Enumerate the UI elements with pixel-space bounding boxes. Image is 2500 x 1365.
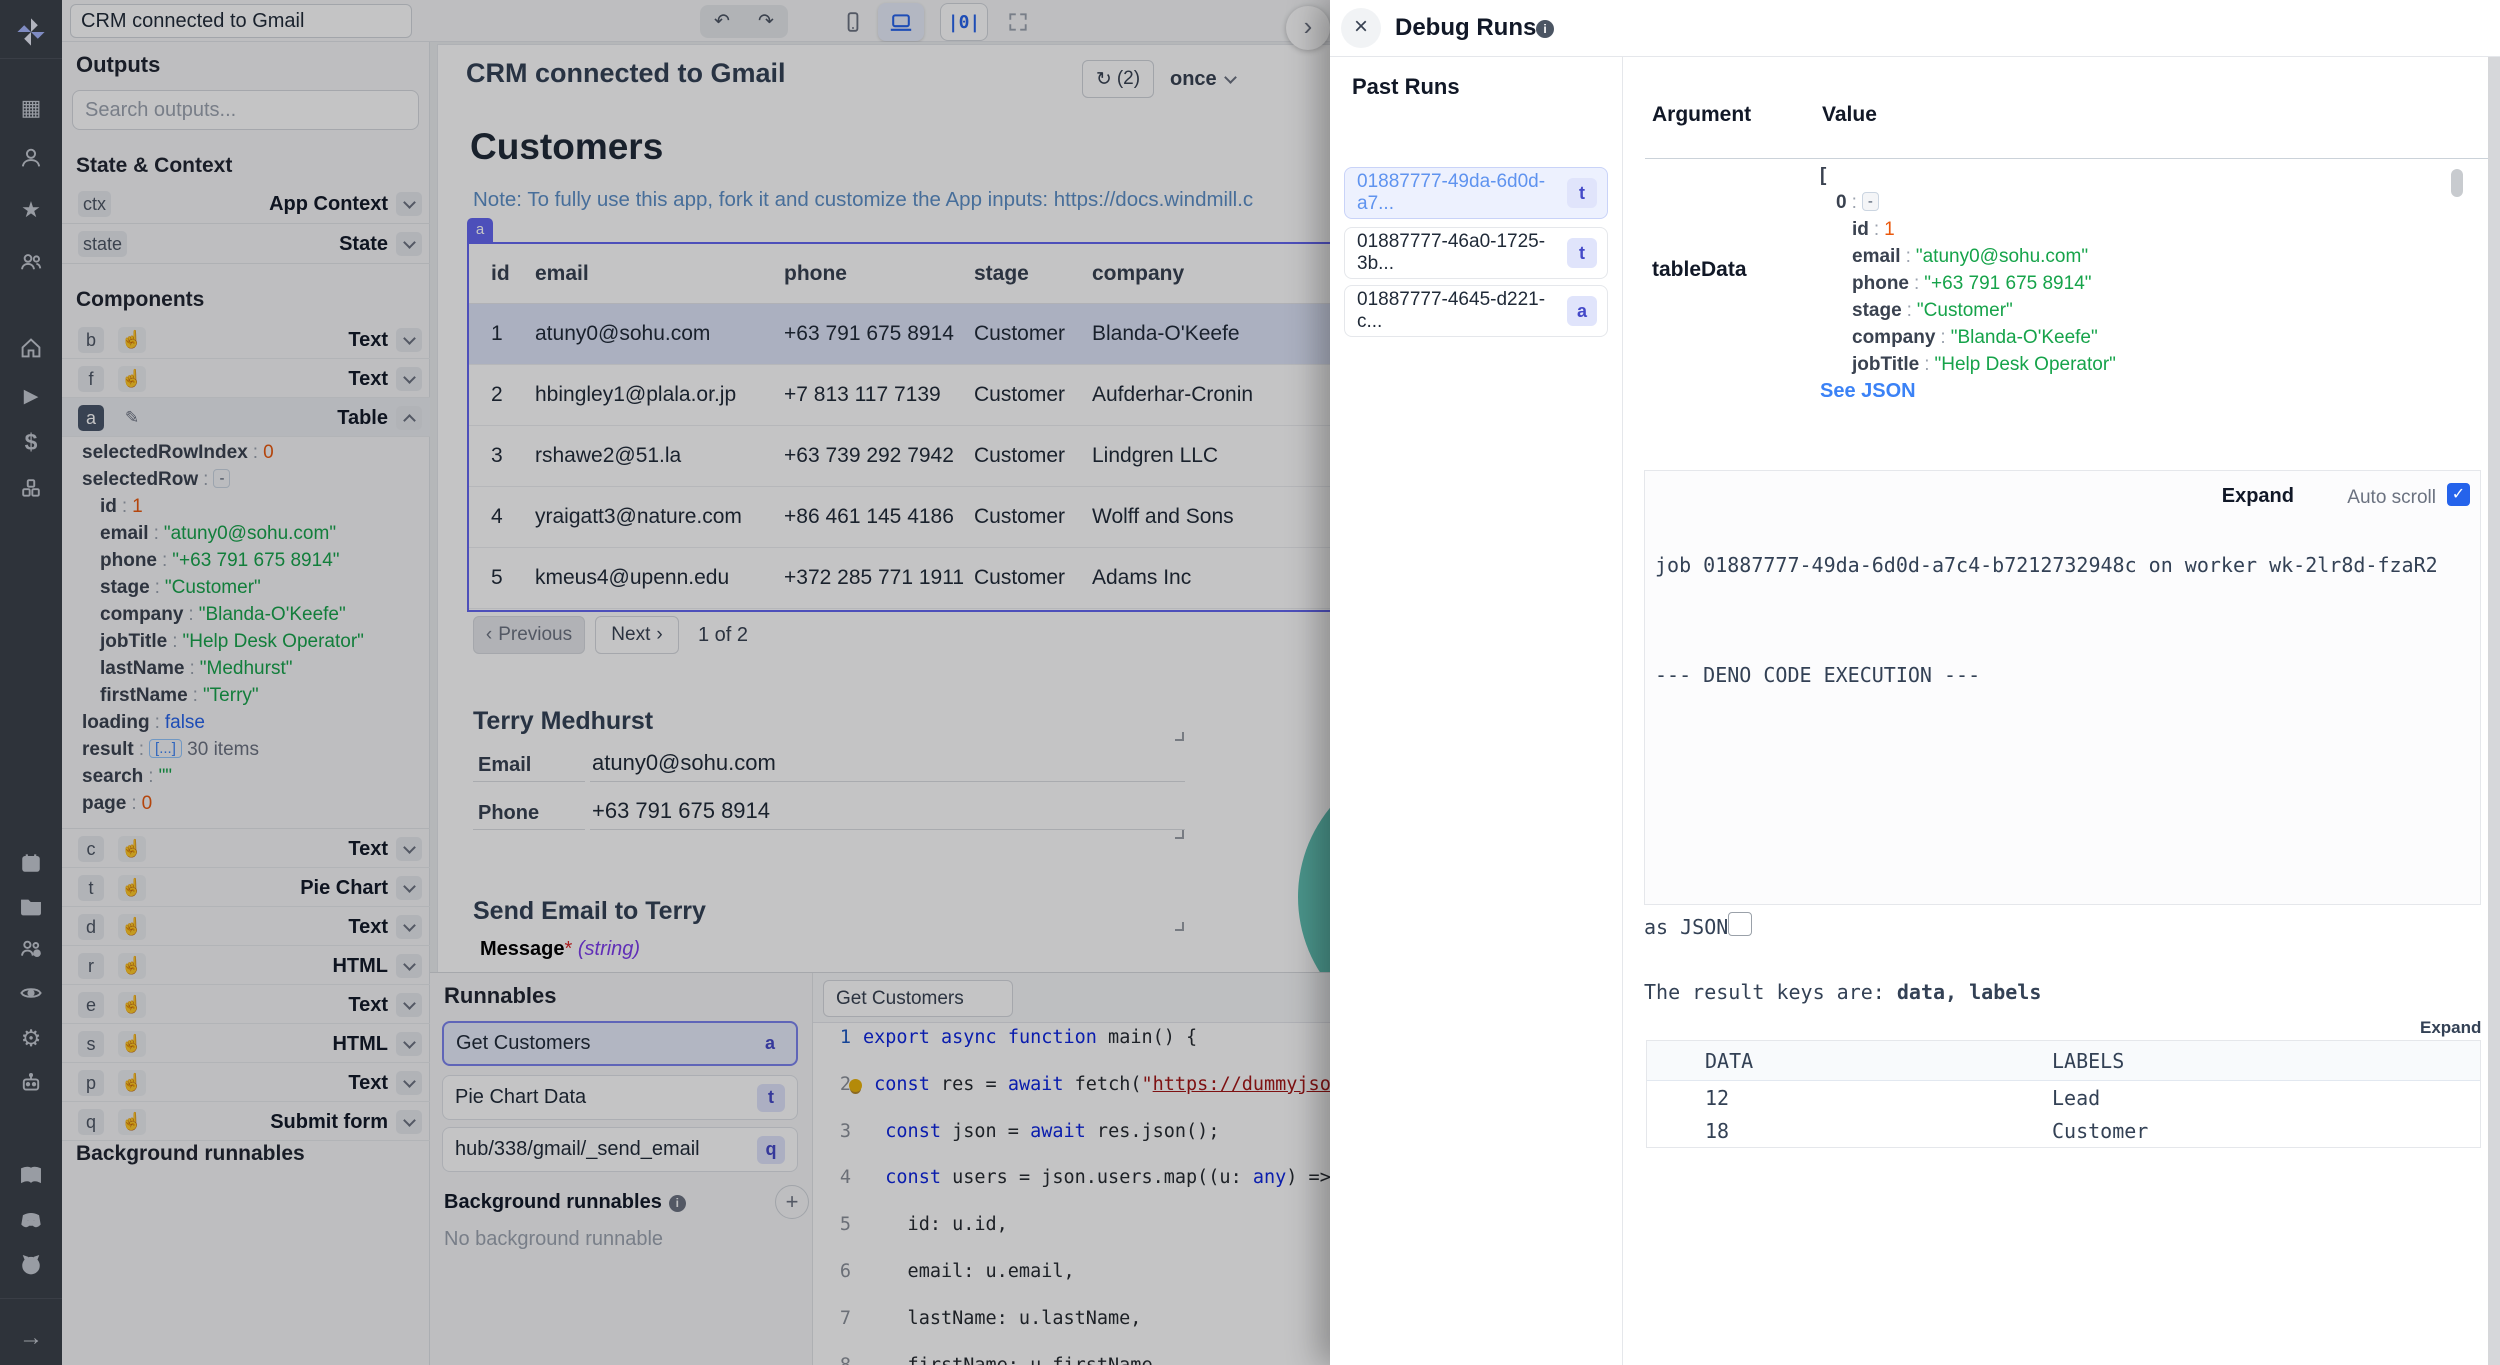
as-json-label: as JSON bbox=[1644, 915, 1728, 939]
modal-backdrop[interactable] bbox=[0, 0, 1330, 1365]
argument-json-viewer[interactable]: [ 0:-id:1email:"atuny0@sohu.com"phone:"+… bbox=[1820, 165, 2460, 377]
past-runs-column: Past Runs 01887777-49da-6d0d-a7... t0188… bbox=[1330, 57, 1623, 1365]
run-badge: a bbox=[1567, 296, 1597, 326]
result-expand-link[interactable]: Expand bbox=[2420, 1018, 2481, 1038]
result-col-data: DATA bbox=[1647, 1049, 2052, 1073]
past-runs-title: Past Runs bbox=[1352, 74, 1460, 100]
log-container: Expand Auto scroll ✓ job 01887777-49da-6… bbox=[1644, 470, 2481, 905]
as-json-checkbox[interactable] bbox=[1728, 912, 1752, 936]
run-badge: t bbox=[1567, 178, 1597, 208]
log-expand-link[interactable]: Expand bbox=[2222, 485, 2294, 508]
json-field-company: company:"Blanda-O'Keefe" bbox=[1820, 327, 2460, 354]
run-id: 01887777-49da-6d0d-a7... bbox=[1357, 171, 1567, 215]
run-id: 01887777-46a0-1725-3b... bbox=[1357, 231, 1567, 275]
past-run-item[interactable]: 01887777-49da-6d0d-a7... t bbox=[1344, 167, 1608, 219]
drawer-header: × Debug Runs i bbox=[1330, 0, 2500, 57]
json-scrollbar-thumb[interactable] bbox=[2451, 169, 2463, 197]
json-field-id: id:1 bbox=[1820, 219, 2460, 246]
autoscroll-label: Auto scroll bbox=[2347, 487, 2436, 509]
past-run-item[interactable]: 01887777-4645-d221-c... a bbox=[1344, 285, 1608, 337]
json-field-jobTitle: jobTitle:"Help Desk Operator" bbox=[1820, 354, 2460, 377]
run-id: 01887777-4645-d221-c... bbox=[1357, 289, 1567, 333]
log-line: job 01887777-49da-6d0d-a7c4-b7212732948c… bbox=[1655, 553, 2438, 577]
result-col-labels: LABELS bbox=[2052, 1049, 2480, 1073]
autoscroll-checkbox[interactable]: ✓ bbox=[2447, 483, 2470, 506]
past-run-item[interactable]: 01887777-46a0-1725-3b... t bbox=[1344, 227, 1608, 279]
json-field-stage: stage:"Customer" bbox=[1820, 300, 2460, 327]
drawer-title: Debug Runs bbox=[1395, 14, 1536, 42]
argument-name: tableData bbox=[1652, 258, 1747, 282]
see-json-link[interactable]: See JSON bbox=[1820, 380, 1916, 403]
json-field-email: email:"atuny0@sohu.com" bbox=[1820, 246, 2460, 273]
close-icon[interactable]: × bbox=[1341, 8, 1381, 48]
run-badge: t bbox=[1567, 238, 1597, 268]
argument-column-header: Argument bbox=[1652, 103, 1751, 127]
info-icon: i bbox=[1536, 20, 1554, 38]
log-line: --- DENO CODE EXECUTION --- bbox=[1655, 663, 1980, 687]
result-keys-line: The result keys are: data, labels bbox=[1644, 980, 2041, 1004]
result-row: 12Lead bbox=[1647, 1081, 2480, 1114]
value-column-header: Value bbox=[1822, 103, 1877, 127]
result-row: 18Customer bbox=[1647, 1114, 2480, 1147]
json-field-phone: phone:"+63 791 675 8914" bbox=[1820, 273, 2460, 300]
result-table: DATA LABELS 12Lead18Customer bbox=[1646, 1040, 2481, 1148]
drawer-scrollbar[interactable] bbox=[2488, 57, 2500, 1365]
debug-runs-drawer: × Debug Runs i Past Runs 01887777-49da-6… bbox=[1330, 0, 2500, 1365]
